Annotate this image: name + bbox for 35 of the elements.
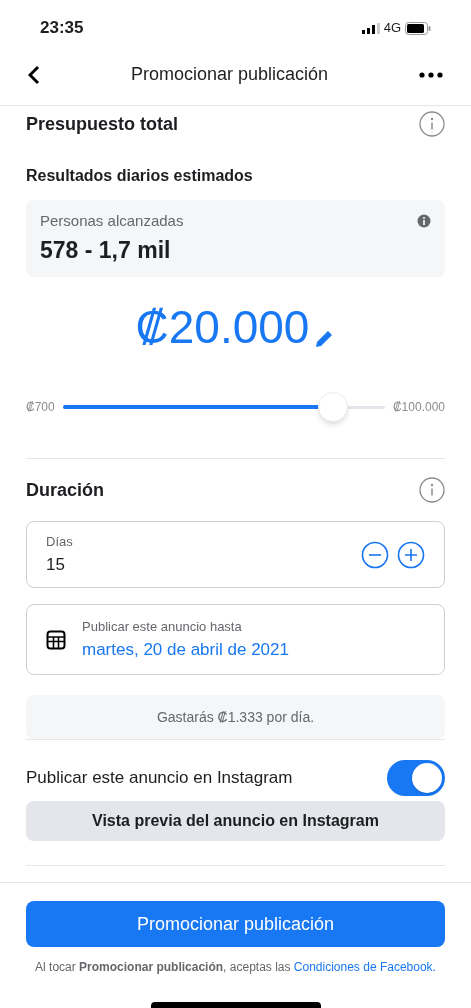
terms-link[interactable]: Condiciones de Facebook. (293, 960, 436, 974)
back-icon[interactable] (28, 64, 40, 85)
section-title: Duración (26, 478, 104, 502)
reach-label: Personas alcanzadas (40, 211, 184, 231)
page-title: Promocionar publicación (130, 63, 329, 86)
info-icon[interactable] (419, 111, 445, 137)
days-label: Días (46, 533, 73, 551)
preview-button[interactable]: Vista previa del anuncio en Instagram (26, 801, 445, 841)
toggle-switch[interactable] (387, 760, 445, 796)
terms-text: Al tocar Promocionar publicación, aceptas las Condiciones de Facebook. (34, 959, 437, 975)
plus-icon[interactable] (397, 540, 425, 569)
info-icon[interactable] (419, 477, 445, 503)
more-icon[interactable] (419, 71, 443, 78)
battery-icon (405, 21, 431, 35)
reach-value: 578 - 1,7 mil (40, 235, 172, 265)
promote-button[interactable]: Promocionar publicación (26, 901, 445, 947)
info-icon[interactable] (417, 214, 431, 228)
instagram-label: Publicar este anuncio en Instagram (26, 767, 293, 790)
budget-slider[interactable] (62, 392, 385, 422)
days-value: 15 (46, 553, 66, 576)
end-date-label: Publicar este anuncio hasta (82, 618, 243, 636)
status-time: 23:35 (40, 17, 84, 40)
calendar-icon (46, 629, 66, 650)
section-title: Presupuesto total (26, 112, 179, 136)
signal-icon (361, 22, 380, 34)
minus-icon[interactable] (361, 540, 389, 569)
budget-amount[interactable]: ₡20.000 (135, 293, 310, 362)
days-field[interactable]: Días 15 (26, 521, 445, 588)
end-date-field[interactable]: Publicar este anuncio hasta martes, 20 de abril de 2021 (26, 604, 445, 675)
network-label: 4G (383, 19, 401, 38)
spend-note: Gastarás ₡1.333 por día. (26, 695, 445, 739)
slider-min-label: ₡700 (26, 399, 55, 416)
end-date-value: martes, 20 de abril de 2021 (82, 638, 289, 661)
slider-max-label: ₡100.000 (392, 399, 445, 416)
section-subtitle: Resultados diarios estimados (26, 166, 254, 186)
